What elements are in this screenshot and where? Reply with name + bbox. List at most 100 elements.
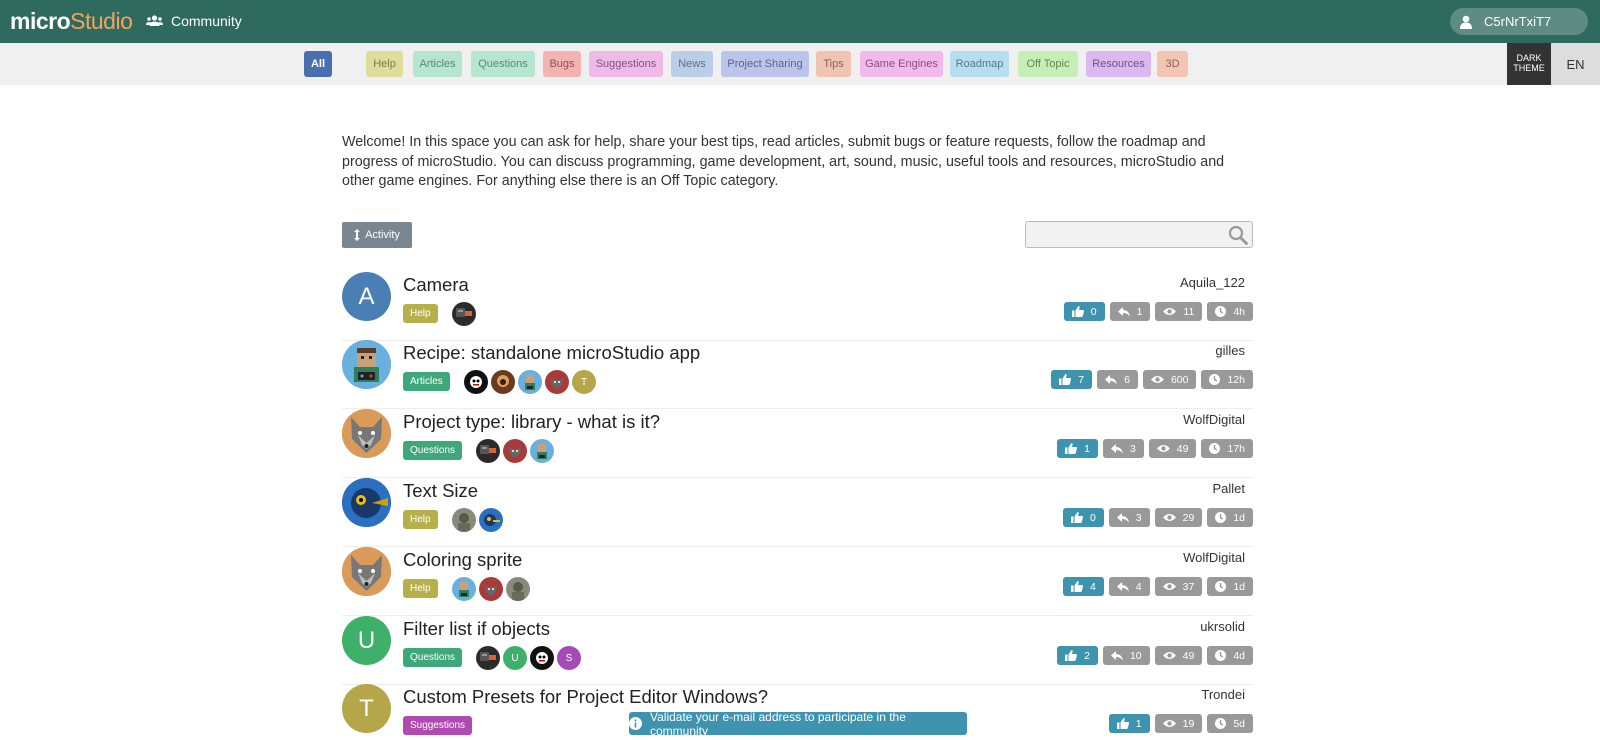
- participants: [476, 439, 554, 463]
- search-icon[interactable]: [1228, 225, 1248, 245]
- post-title[interactable]: Coloring sprite: [403, 549, 522, 571]
- participant-avatar[interactable]: [491, 370, 515, 394]
- app-logo[interactable]: microStudio: [10, 8, 133, 35]
- post-category-tag[interactable]: Help: [403, 304, 438, 323]
- clock-icon: [1215, 306, 1227, 317]
- post-row[interactable]: Text Size Pallet Help 0 3 29 1d: [342, 478, 1253, 547]
- likes-badge[interactable]: 0: [1062, 508, 1104, 527]
- post-title[interactable]: Filter list if objects: [403, 618, 550, 640]
- participant-avatar[interactable]: [452, 508, 476, 532]
- thumbs-up-icon: [1116, 718, 1129, 729]
- post-row[interactable]: Project type: library - what is it? WolfD…: [342, 409, 1253, 478]
- views-count: 19: [1182, 717, 1195, 730]
- participant-avatar[interactable]: [530, 646, 554, 670]
- participant-avatar[interactable]: [452, 302, 476, 326]
- participant-avatar[interactable]: [479, 508, 503, 532]
- likes-badge[interactable]: 4: [1062, 577, 1104, 596]
- participant-avatar[interactable]: [506, 577, 530, 601]
- category-roadmap[interactable]: Roadmap: [950, 51, 1009, 77]
- post-author[interactable]: Trondei: [1201, 687, 1245, 702]
- participant-avatar[interactable]: T: [572, 370, 596, 394]
- post-category-tag[interactable]: Suggestions: [403, 716, 473, 735]
- search-box[interactable]: [1025, 221, 1253, 248]
- author-avatar[interactable]: T: [342, 684, 391, 733]
- likes-badge[interactable]: 7: [1051, 370, 1093, 389]
- post-row[interactable]: A Camera Aquila_122 Help 0 1 11 4h: [342, 272, 1253, 341]
- participant-avatar[interactable]: [479, 577, 503, 601]
- time-count: 1d: [1233, 580, 1245, 593]
- post-title[interactable]: Custom Presets for Project Editor Window…: [403, 686, 768, 708]
- likes-badge[interactable]: 2: [1057, 646, 1098, 665]
- author-avatar[interactable]: [342, 478, 391, 527]
- replies-badge: 3: [1102, 439, 1144, 458]
- language-selector[interactable]: EN: [1551, 43, 1600, 85]
- author-avatar[interactable]: [342, 340, 391, 389]
- participant-avatar[interactable]: [476, 439, 500, 463]
- sort-activity-button[interactable]: Activity: [342, 222, 412, 248]
- post-author[interactable]: gilles: [1215, 343, 1245, 358]
- likes-badge[interactable]: 0: [1063, 302, 1105, 321]
- post-title[interactable]: Camera: [403, 274, 469, 296]
- participant-avatar[interactable]: [518, 370, 542, 394]
- reply-icon: [1110, 443, 1123, 454]
- user-menu[interactable]: C5rNrTxiT7: [1450, 8, 1588, 35]
- category-off-topic[interactable]: Off Topic: [1018, 51, 1078, 77]
- community-link[interactable]: Community: [146, 13, 242, 29]
- participant-avatar[interactable]: U: [503, 646, 527, 670]
- post-author[interactable]: Pallet: [1212, 481, 1245, 496]
- category-3d[interactable]: 3D: [1157, 51, 1188, 77]
- category-news[interactable]: News: [671, 51, 713, 77]
- post-category-tag[interactable]: Help: [403, 510, 438, 529]
- participant-avatar[interactable]: [545, 370, 569, 394]
- time-badge: 4d: [1207, 646, 1253, 665]
- participant-avatar[interactable]: [476, 646, 500, 670]
- likes-badge[interactable]: 1: [1057, 439, 1098, 458]
- author-avatar[interactable]: A: [342, 272, 391, 321]
- sort-label: Activity: [365, 229, 400, 241]
- post-row[interactable]: Recipe: standalone microStudio app gilles…: [342, 340, 1253, 409]
- dark-theme-toggle[interactable]: DARK THEME: [1507, 43, 1551, 85]
- post-title[interactable]: Text Size: [403, 480, 478, 502]
- category-all[interactable]: All: [304, 51, 332, 77]
- likes-badge[interactable]: 1: [1108, 714, 1150, 733]
- participant-avatar[interactable]: [530, 439, 554, 463]
- category-project-sharing[interactable]: Project Sharing: [721, 51, 809, 77]
- category-suggestions[interactable]: Suggestions: [589, 51, 663, 77]
- views-badge: 19: [1154, 714, 1203, 733]
- post-title[interactable]: Project type: library - what is it?: [403, 411, 660, 433]
- post-stats: 7 6 600 12h: [1051, 370, 1253, 389]
- participant-avatar[interactable]: S: [557, 646, 581, 670]
- participant-avatar[interactable]: [452, 577, 476, 601]
- post-author[interactable]: ukrsolid: [1200, 619, 1245, 634]
- replies-count: 3: [1129, 442, 1136, 455]
- post-category-tag[interactable]: Questions: [403, 648, 463, 667]
- category-tips[interactable]: Tips: [816, 51, 851, 77]
- post-title[interactable]: Recipe: standalone microStudio app: [403, 342, 700, 364]
- author-avatar[interactable]: U: [342, 616, 391, 665]
- post-row[interactable]: U Filter list if objects ukrsolid Questions…: [342, 616, 1253, 685]
- post-author[interactable]: Aquila_122: [1180, 275, 1245, 290]
- post-author[interactable]: WolfDigital: [1183, 550, 1245, 565]
- author-avatar[interactable]: [342, 409, 391, 458]
- category-game-engines[interactable]: Game Engines: [860, 51, 943, 77]
- post-category-tag[interactable]: Questions: [403, 441, 463, 460]
- author-avatar[interactable]: [342, 547, 391, 596]
- post-row[interactable]: Coloring sprite WolfDigital Help 4 4 37 1d: [342, 547, 1253, 616]
- time-count: 1d: [1233, 511, 1245, 524]
- category-resources[interactable]: Resources: [1086, 51, 1151, 77]
- participant-avatar[interactable]: [503, 439, 527, 463]
- validate-email-banner[interactable]: Validate your e-mail address to particip…: [629, 710, 967, 738]
- post-category-tag[interactable]: Help: [403, 579, 438, 598]
- category-help[interactable]: Help: [366, 51, 403, 77]
- category-articles[interactable]: Articles: [413, 51, 462, 77]
- users-icon: [146, 15, 163, 26]
- participants: US: [476, 646, 581, 670]
- post-author[interactable]: WolfDigital: [1183, 412, 1245, 427]
- participant-avatar[interactable]: [464, 370, 488, 394]
- post-stats: 0 1 11 4h: [1063, 302, 1253, 321]
- category-questions[interactable]: Questions: [471, 51, 535, 77]
- category-bugs[interactable]: Bugs: [543, 51, 581, 77]
- likes-count: 0: [1090, 305, 1097, 318]
- time-badge: 5d: [1207, 714, 1253, 733]
- post-category-tag[interactable]: Articles: [403, 372, 450, 391]
